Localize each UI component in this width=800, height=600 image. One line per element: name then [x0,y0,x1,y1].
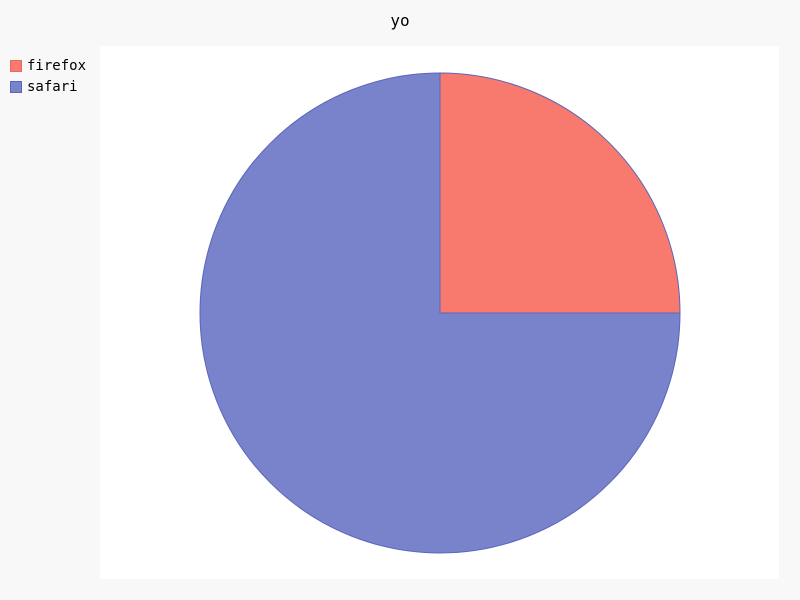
pie-chart [199,72,681,554]
chart-root: yo firefox safari [0,0,800,600]
pie-slice-firefox[interactable] [439,72,681,314]
